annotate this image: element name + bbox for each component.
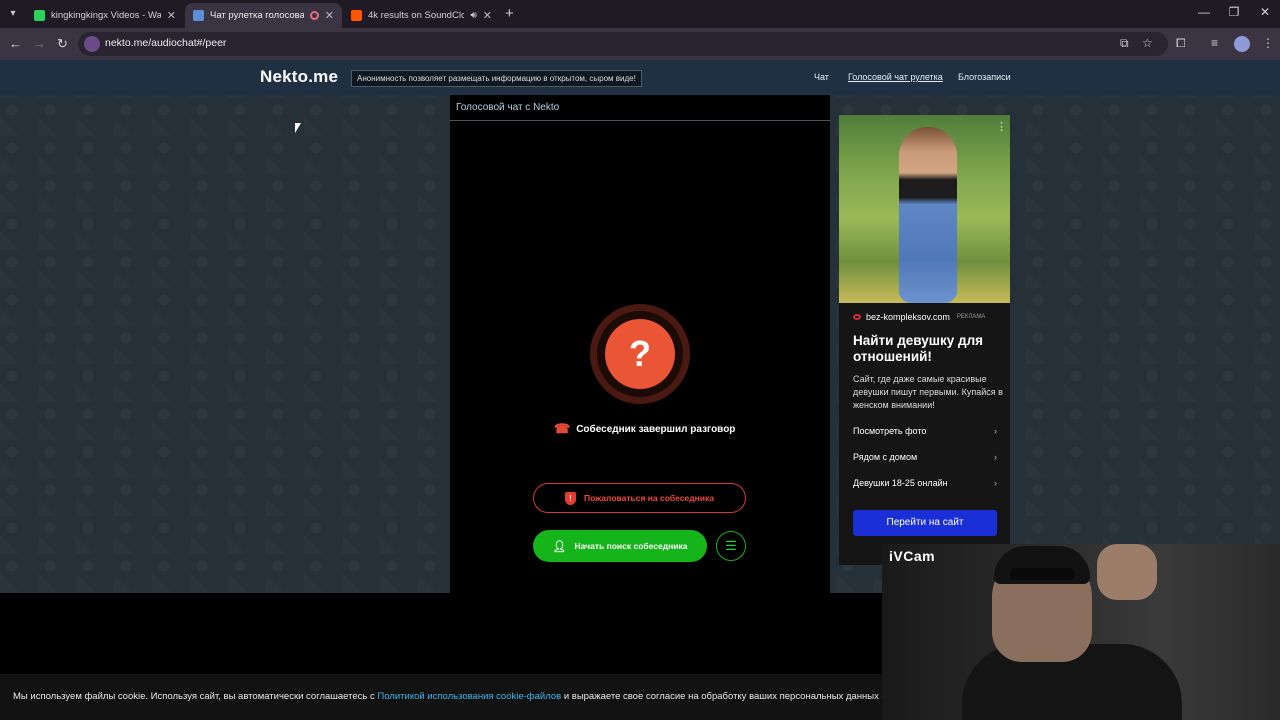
- site-header: Nekto.me Анонимность позволяет размещать…: [0, 60, 1280, 95]
- nav-voice-roulette[interactable]: Голосовой чат рулетка: [848, 72, 943, 82]
- status-ring-inner: ?: [597, 311, 683, 397]
- install-app-icon[interactable]: ⧉: [1120, 36, 1129, 51]
- close-window-icon[interactable]: ✕: [1250, 5, 1280, 19]
- voice-chat-panel: Голосовой чат с Nekto ? ☎ Собеседник зав…: [450, 95, 830, 593]
- url-text: nekto.me/audiochat#/peer: [105, 37, 227, 49]
- reload-icon[interactable]: ↻: [57, 36, 68, 52]
- ad-link-label: Девушки 18-25 онлайн: [853, 478, 948, 488]
- back-arrow-icon[interactable]: ←: [9, 36, 22, 51]
- address-bar[interactable]: nekto.me/audiochat#/peer: [78, 32, 1168, 56]
- new-tab-plus-icon[interactable]: +: [505, 5, 514, 22]
- ad-link-nearby[interactable]: Рядом с домом ›: [853, 452, 997, 462]
- mouse-cursor-icon: [295, 123, 301, 133]
- ad-brand-icon: [853, 314, 861, 320]
- ad-cta-button[interactable]: Перейти на сайт: [853, 510, 997, 536]
- chat-panel-title: Голосовой чат с Nekto: [456, 102, 560, 113]
- tab-soundcloud[interactable]: 4k results on SoundCloud 🔊︎ ✕: [343, 3, 500, 28]
- close-icon[interactable]: ✕: [325, 9, 334, 22]
- bookmark-star-icon[interactable]: ☆: [1142, 36, 1153, 50]
- media-controls-icon[interactable]: ≡: [1211, 36, 1218, 50]
- status-ring: ?: [590, 304, 690, 404]
- report-partner-label: Пожаловаться на собеседника: [583, 493, 714, 503]
- chevron-right-icon: ›: [994, 426, 997, 436]
- ad-body: bez-kompleksov.com РЕКЛАМА Найти девушку…: [839, 303, 1010, 565]
- hang-up-phone-icon: ☎: [554, 421, 571, 436]
- shield-alert-icon: !: [564, 491, 576, 505]
- tab-favicon-icon: [351, 10, 362, 21]
- nav-chat[interactable]: Чат: [814, 72, 829, 82]
- tab-favicon-icon: [193, 10, 204, 21]
- tab-title: Чат рулетка голосовая — N: [210, 10, 304, 21]
- ad-domain-text: bez-kompleksov.com: [866, 312, 950, 322]
- webcam-label: iVCam: [889, 548, 936, 564]
- cookie-banner: Мы используем файлы cookie. Используя са…: [0, 674, 899, 720]
- call-ended-status: ☎ Собеседник завершил разговор: [554, 421, 735, 437]
- screen: ▾ kingkingkingx Videos - Watch C ✕ Чат р…: [0, 0, 1280, 720]
- site-info-icon[interactable]: [84, 36, 100, 52]
- forward-arrow-icon[interactable]: →: [33, 36, 46, 51]
- recording-icon: [309, 11, 319, 20]
- site-slogan: Анонимность позволяет размещать информац…: [351, 70, 642, 87]
- tab-title: 4k results on SoundCloud: [368, 10, 465, 21]
- ad-link-label: Посмотреть фото: [853, 426, 927, 436]
- webcam-person-glasses: [1010, 568, 1074, 580]
- cookie-text-prefix: Мы используем файлы cookie. Используя са…: [13, 691, 378, 702]
- ad-link-photos[interactable]: Посмотреть фото ›: [853, 426, 997, 436]
- ad-photo-figure: [899, 127, 957, 303]
- user-search-icon: 👤︎: [552, 540, 567, 553]
- browser-tab-bar: ▾ kingkingkingx Videos - Watch C ✕ Чат р…: [0, 0, 1280, 28]
- ad-options-icon[interactable]: ⋮: [996, 120, 1007, 133]
- call-ended-text: Собеседник завершил разговор: [576, 423, 736, 435]
- tab-title: kingkingkingx Videos - Watch C: [51, 10, 161, 21]
- ad-headline[interactable]: Найти девушку для отношений!: [853, 333, 1003, 365]
- profile-avatar[interactable]: [1234, 36, 1250, 52]
- nav-blog[interactable]: Блогозаписи: [958, 72, 1011, 82]
- page-background: Nekto.me Анонимность позволяет размещать…: [0, 60, 1280, 593]
- start-search-label: Начать поиск собеседника: [574, 541, 688, 551]
- kebab-menu-icon[interactable]: ⋮: [1262, 36, 1274, 50]
- chevron-right-icon: ›: [994, 478, 997, 488]
- minimize-icon[interactable]: —: [1189, 5, 1219, 19]
- ad-banner[interactable]: ⋮ bez-kompleksov.com РЕКЛАМА Найти девуш…: [839, 115, 1010, 565]
- tab-kingkingkingx[interactable]: kingkingkingx Videos - Watch C ✕: [26, 3, 184, 28]
- cookie-policy-link[interactable]: Политикой использования cookie-файлов: [377, 691, 561, 702]
- ad-link-label: Рядом с домом: [853, 452, 918, 462]
- start-search-button[interactable]: 👤︎ Начать поиск собеседника: [533, 530, 707, 562]
- tab-nekto-chat[interactable]: Чат рулетка голосовая — N ✕: [185, 3, 342, 28]
- webcam-person-hand: [1097, 544, 1157, 600]
- site-logo[interactable]: Nekto.me: [260, 67, 338, 87]
- ad-link-online[interactable]: Девушки 18-25 онлайн ›: [853, 478, 997, 488]
- close-icon[interactable]: ✕: [167, 9, 176, 22]
- ad-domain[interactable]: bez-kompleksov.com РЕКЛАМА: [853, 312, 985, 322]
- webcam-overlay: iVCam: [882, 544, 1280, 720]
- ad-label: РЕКЛАМА: [956, 314, 986, 320]
- close-icon[interactable]: ✕: [483, 9, 492, 22]
- cookie-text-suffix: и выражаете свое согласие на обработку в…: [561, 691, 899, 702]
- speaker-icon[interactable]: 🔊︎: [470, 10, 476, 21]
- tab-favicon-icon: [34, 10, 45, 21]
- ad-description: Сайт, где даже самые красивые девушки пи…: [853, 374, 1003, 410]
- restore-icon[interactable]: ❐: [1219, 5, 1249, 19]
- chevron-right-icon: ›: [994, 452, 997, 462]
- extensions-icon[interactable]: ⧠: [1176, 36, 1186, 51]
- ad-photo[interactable]: [839, 115, 1010, 303]
- cookie-text: Мы используем файлы cookie. Используя са…: [13, 691, 899, 702]
- settings-sliders-icon[interactable]: ☰: [716, 531, 746, 561]
- tab-search-icon[interactable]: ▾: [4, 5, 22, 23]
- question-mark-icon: ?: [605, 319, 675, 389]
- report-partner-button[interactable]: ! Пожаловаться на собеседника: [533, 483, 746, 513]
- browser-toolbar: ← → ↻ nekto.me/audiochat#/peer ⧉ ☆ ⧠ ≡ ⋮: [0, 28, 1280, 60]
- divider: [450, 120, 830, 121]
